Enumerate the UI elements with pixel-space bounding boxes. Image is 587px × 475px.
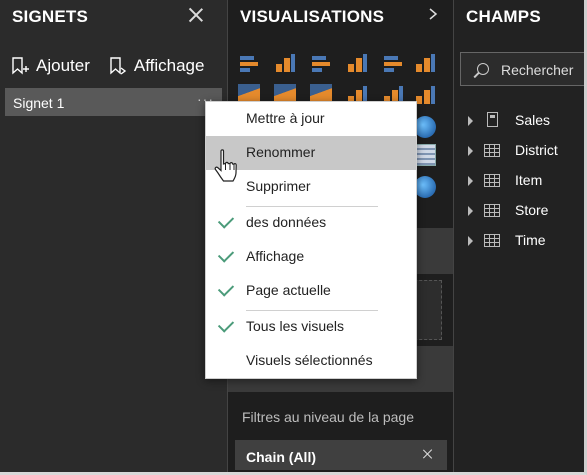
filled-map-icon[interactable] bbox=[414, 176, 436, 198]
add-bookmark-icon bbox=[12, 57, 29, 75]
add-bookmark-label: Ajouter bbox=[36, 56, 90, 75]
menu-item-display[interactable]: Affichage bbox=[206, 240, 416, 274]
menu-item-rename[interactable]: Renommer bbox=[206, 136, 416, 170]
bookmark-context-menu: Mettre à jour Renommer Supprimer des don… bbox=[205, 101, 417, 379]
menu-item-label: Affichage bbox=[246, 248, 305, 264]
checkmark-icon bbox=[217, 246, 235, 263]
filter-field-label: Chain bbox=[246, 449, 285, 465]
checkmark-icon bbox=[217, 212, 235, 229]
expand-caret-icon[interactable] bbox=[468, 206, 473, 216]
bookmarks-pane: SIGNETS Ajouter Affichage Signet 1 ··· bbox=[0, 0, 227, 472]
field-label: District bbox=[515, 142, 558, 158]
menu-item-label: Tous les visuels bbox=[246, 318, 345, 334]
bookmarks-title: SIGNETS bbox=[12, 7, 89, 26]
page-filters-label: Filtres au niveau de la page bbox=[242, 409, 414, 425]
chevron-right-icon[interactable] bbox=[427, 8, 439, 20]
percent-column-chart-icon[interactable] bbox=[414, 52, 436, 74]
table-icon bbox=[484, 174, 500, 187]
menu-item-label: des données bbox=[246, 214, 327, 230]
clustered-bar-chart-icon[interactable] bbox=[310, 52, 332, 74]
view-bookmark-icon bbox=[110, 57, 127, 75]
menu-item-selected-visuals[interactable]: Visuels sélectionnés bbox=[206, 344, 416, 378]
menu-item-label: Supprimer bbox=[246, 178, 311, 194]
expand-caret-icon[interactable] bbox=[468, 116, 473, 126]
search-icon bbox=[477, 63, 489, 75]
expand-caret-icon[interactable] bbox=[468, 236, 473, 246]
menu-item-label: Mettre à jour bbox=[246, 110, 325, 126]
menu-item-label: Page actuelle bbox=[246, 282, 331, 298]
search-placeholder: Rechercher bbox=[501, 62, 574, 78]
menu-item-label: Renommer bbox=[246, 144, 316, 160]
percent-bar-chart-icon[interactable] bbox=[382, 52, 404, 74]
table-icon bbox=[484, 204, 500, 217]
view-button[interactable]: Affichage bbox=[108, 56, 205, 76]
bookmark-item[interactable]: Signet 1 ··· bbox=[5, 88, 222, 116]
menu-item-current-page[interactable]: Page actuelle bbox=[206, 274, 416, 308]
checkmark-icon bbox=[217, 316, 235, 333]
menu-item-label: Visuels sélectionnés bbox=[246, 352, 373, 368]
menu-item-all-visuals[interactable]: Tous les visuels bbox=[206, 310, 416, 344]
field-label: Item bbox=[515, 172, 543, 188]
stacked-bar-chart-icon[interactable] bbox=[238, 52, 260, 74]
calculator-icon bbox=[487, 112, 498, 127]
expand-caret-icon[interactable] bbox=[468, 146, 473, 156]
checkmark-icon bbox=[217, 280, 235, 297]
menu-item-delete[interactable]: Supprimer bbox=[206, 170, 416, 204]
menu-item-update[interactable]: Mettre à jour bbox=[206, 102, 416, 136]
table-icon bbox=[484, 234, 500, 247]
view-button-label: Affichage bbox=[133, 56, 205, 75]
stacked-column-chart-icon[interactable] bbox=[274, 52, 296, 74]
fields-pane: CHAMPS Rechercher Sales District Item St… bbox=[453, 0, 584, 472]
close-icon[interactable] bbox=[187, 6, 205, 24]
menu-item-data[interactable]: des données bbox=[206, 206, 416, 240]
remove-filter-icon[interactable] bbox=[421, 448, 433, 460]
filter-value-label: (All) bbox=[288, 449, 316, 465]
fields-title: CHAMPS bbox=[466, 7, 541, 26]
map-icon[interactable] bbox=[414, 116, 436, 138]
hand-cursor-icon bbox=[214, 149, 237, 182]
expand-caret-icon[interactable] bbox=[468, 176, 473, 186]
bookmarks-toolbar: Ajouter Affichage bbox=[10, 56, 204, 76]
line-column-chart-icon[interactable] bbox=[414, 84, 436, 106]
matrix-icon[interactable] bbox=[414, 144, 436, 166]
visualizations-title: VISUALISATIONS bbox=[240, 7, 385, 26]
field-label: Time bbox=[515, 232, 546, 248]
table-icon bbox=[484, 144, 500, 157]
app-window: SIGNETS Ajouter Affichage Signet 1 ··· V… bbox=[0, 0, 587, 475]
bookmark-label: Signet 1 bbox=[13, 95, 65, 111]
field-label: Store bbox=[515, 202, 549, 218]
filter-chip[interactable]: Chain (All) bbox=[235, 440, 447, 470]
field-label: Sales bbox=[515, 112, 551, 128]
add-bookmark-button[interactable]: Ajouter bbox=[10, 56, 90, 76]
search-input[interactable]: Rechercher bbox=[460, 52, 584, 86]
clustered-column-chart-icon[interactable] bbox=[346, 52, 368, 74]
